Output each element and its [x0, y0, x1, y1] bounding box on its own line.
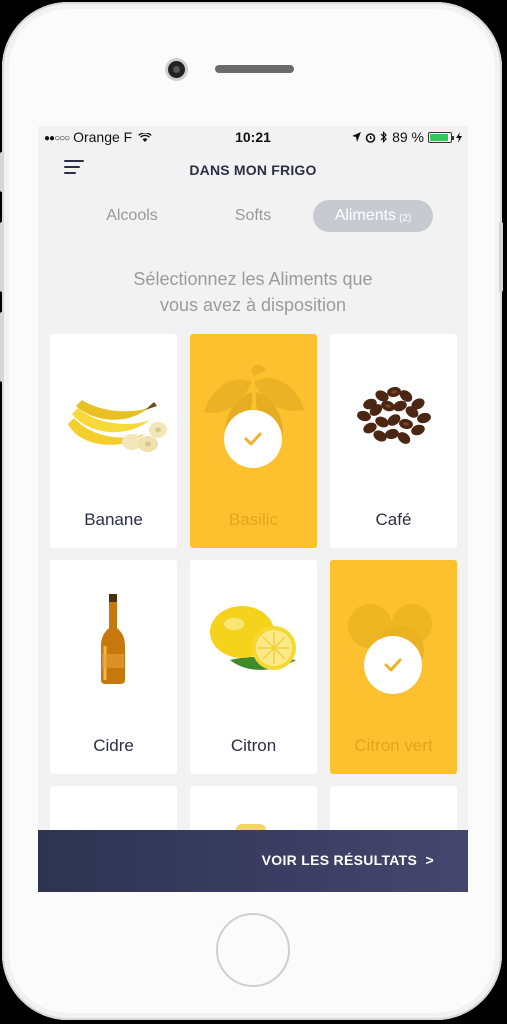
see-results-label: VOIR LES RÉSULTATS >: [261, 852, 434, 868]
front-camera: [168, 61, 185, 78]
instruction-text: Sélectionnez les Aliments que vous avez …: [133, 269, 373, 315]
ingredient-label: Basilic: [228, 510, 279, 529]
earpiece-speaker: [215, 65, 294, 73]
ingredient-card-cafe[interactable]: Café: [330, 334, 457, 548]
alarm-icon: [365, 132, 376, 143]
ingredient-card-cidre[interactable]: Cidre: [50, 560, 177, 774]
volume-down-button: [0, 312, 4, 382]
ingredient-card-citron-vert[interactable]: Citron vert: [330, 560, 457, 774]
category-tabs: Alcools Softs Aliments (2): [38, 200, 468, 232]
see-results-button[interactable]: VOIR LES RÉSULTATS >: [38, 830, 468, 892]
ingredient-card-banane[interactable]: Banane: [50, 334, 177, 548]
power-button: [499, 222, 503, 292]
status-bar: ●●○○○ Orange F 10:21 89 %: [38, 126, 468, 148]
ingredient-label: Café: [375, 510, 412, 529]
battery-percent: 89 %: [392, 129, 424, 145]
tab-alcools[interactable]: Alcools: [92, 200, 172, 232]
page-title: DANS MON FRIGO: [189, 162, 317, 178]
check-icon: [244, 432, 262, 446]
location-icon: [352, 132, 362, 142]
ingredient-label: Banane: [84, 510, 143, 529]
banana-image: [68, 400, 167, 452]
selected-count-badge: (2): [399, 213, 412, 224]
cider-bottle-image: [101, 594, 125, 684]
bluetooth-icon: [380, 131, 387, 143]
selected-check-badge: [224, 410, 282, 468]
ingredient-label: Citron vert: [354, 736, 433, 755]
mute-switch: [0, 152, 4, 192]
ingredient-card-citron[interactable]: Citron: [190, 560, 317, 774]
ingredient-card-basilic[interactable]: Basilic: [190, 334, 317, 548]
app-screen: ●●○○○ Orange F 10:21 89 % DANS MON FRIGO…: [38, 126, 468, 892]
selected-check-badge: [364, 636, 422, 694]
coffee-beans-image: [357, 386, 431, 444]
nav-bar: DANS MON FRIGO: [38, 148, 468, 192]
volume-up-button: [0, 222, 4, 292]
tab-softs[interactable]: Softs: [218, 200, 288, 232]
check-icon: [384, 658, 402, 672]
ingredient-label: Cidre: [93, 736, 134, 755]
ingredient-label: Citron: [230, 736, 277, 755]
battery-icon: [428, 131, 454, 143]
lemon-image: [210, 606, 296, 670]
tab-aliments[interactable]: Aliments (2): [313, 200, 433, 232]
home-button[interactable]: [216, 913, 290, 987]
charging-bolt-icon: [456, 131, 462, 143]
